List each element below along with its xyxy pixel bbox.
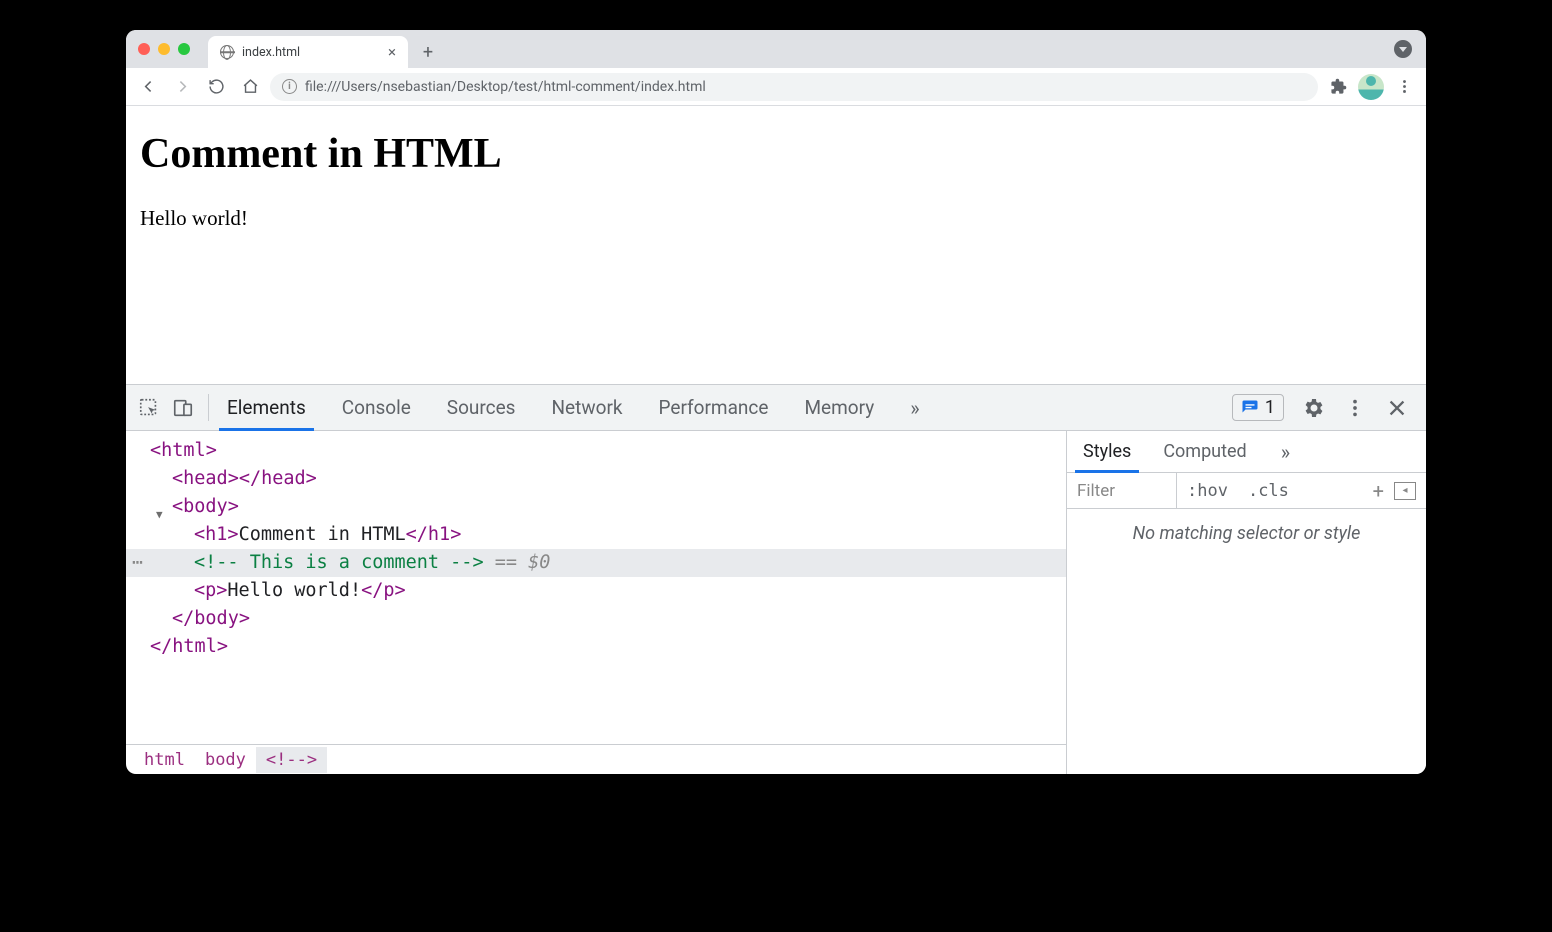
browser-tab[interactable]: index.html × [208,36,408,68]
dom-node: <h1>Comment in HTML</h1> [126,521,1066,549]
settings-icon[interactable] [1300,395,1326,421]
breadcrumb: html body <!-​-​> [126,744,1066,774]
computed-tab[interactable]: Computed [1147,431,1262,472]
page-paragraph: Hello world! [140,206,1412,231]
hov-toggle[interactable]: :hov [1177,481,1238,501]
tab-search-button[interactable] [1394,40,1412,58]
forward-button[interactable] [168,73,196,101]
no-match-message: No matching selector or style [1067,509,1426,558]
crumb-body[interactable]: body [195,747,256,773]
home-button[interactable] [236,73,264,101]
reload-button[interactable] [202,73,230,101]
maximize-window-button[interactable] [178,43,190,55]
cls-toggle[interactable]: .cls [1238,481,1299,501]
devtools-tab-console[interactable]: Console [324,385,429,430]
new-style-rule-icon[interactable]: + [1363,479,1394,503]
url-text: file:///Users/nsebastian/Desktop/test/ht… [305,79,706,95]
minimize-window-button[interactable] [158,43,170,55]
inspect-element-icon[interactable] [134,393,164,423]
back-button[interactable] [134,73,162,101]
page-viewport: Comment in HTML Hello world! [126,106,1426,384]
dom-node: </body> [126,605,1066,633]
browser-toolbar: i file:///Users/nsebastian/Desktop/test/… [126,68,1426,106]
dom-node: <p>Hello world!</p> [126,577,1066,605]
devtools-tab-sources[interactable]: Sources [429,385,534,430]
site-info-icon[interactable]: i [282,79,297,94]
devtools-panel: Elements Console Sources Network Perform… [126,384,1426,774]
dom-node: <head></head> [126,465,1066,493]
browser-menu-button[interactable] [1390,73,1418,101]
crumb-html[interactable]: html [134,747,195,773]
page-heading: Comment in HTML [140,130,1412,178]
styles-sidebar: Styles Computed » Filter :hov .cls + No … [1066,431,1426,774]
close-devtools-icon[interactable] [1384,395,1410,421]
close-window-button[interactable] [138,43,150,55]
dom-tree[interactable]: <html> <head></head> <body> <h1>Comment … [126,431,1066,744]
tab-title: index.html [242,45,300,60]
extensions-button[interactable] [1324,73,1352,101]
profile-avatar[interactable] [1358,74,1384,100]
elements-panel: <html> <head></head> <body> <h1>Comment … [126,431,1066,774]
styles-more-tabs[interactable]: » [1263,440,1306,464]
address-bar[interactable]: i file:///Users/nsebastian/Desktop/test/… [270,73,1318,101]
devtools-more-tabs[interactable]: » [892,396,935,420]
device-toolbar-icon[interactable] [168,393,198,423]
devtools-tab-elements[interactable]: Elements [209,385,324,430]
issues-badge[interactable]: 1 [1232,394,1284,421]
devtools-tab-performance[interactable]: Performance [641,385,787,430]
devtools-tab-network[interactable]: Network [533,385,640,430]
issues-count: 1 [1265,397,1275,418]
devtools-tab-memory[interactable]: Memory [786,385,892,430]
dom-node: <body> [126,493,1066,521]
browser-window: index.html × + i file:///Users/nsebastia… [126,30,1426,774]
globe-icon [220,45,234,59]
dom-node: </html> [126,633,1066,661]
dom-node: <html> [126,437,1066,465]
styles-filter-input[interactable]: Filter [1067,473,1177,508]
new-tab-button[interactable]: + [414,38,442,66]
devtools-menu-icon[interactable] [1342,395,1368,421]
crumb-comment[interactable]: <!-​-​> [256,747,327,773]
window-controls [138,30,208,68]
tab-strip: index.html × + [126,30,1426,68]
styles-tab[interactable]: Styles [1067,431,1147,472]
close-tab-icon[interactable]: × [388,45,396,60]
devtools-tabbar: Elements Console Sources Network Perform… [126,385,1426,431]
computed-panel-icon[interactable] [1394,482,1416,500]
dom-node-selected: <!-- This is a comment --> == $0 [126,549,1066,577]
